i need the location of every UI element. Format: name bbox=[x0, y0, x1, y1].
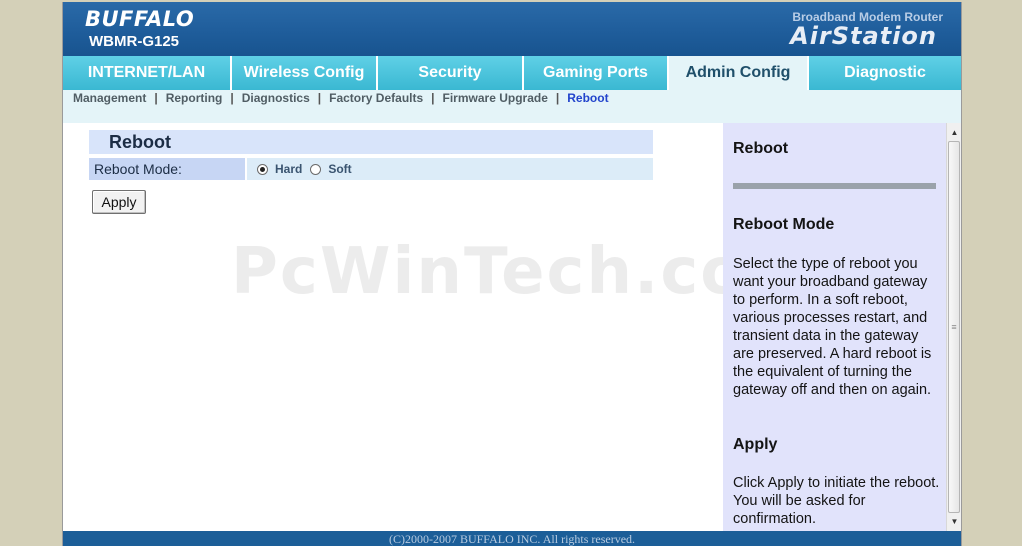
tab-gaming-ports[interactable]: Gaming Ports bbox=[524, 56, 669, 90]
help-panel: Reboot Reboot Mode Select the type of re… bbox=[723, 123, 946, 531]
help-title: Reboot bbox=[733, 140, 789, 157]
grip-icon: ≡ bbox=[951, 322, 957, 332]
help-heading-reboot-mode: Reboot Mode bbox=[733, 216, 835, 233]
footer-copyright: (C)2000-2007 BUFFALO INC. All rights res… bbox=[63, 531, 961, 546]
subnav-separator: | bbox=[555, 91, 560, 105]
hard-radio-label[interactable]: Hard bbox=[275, 162, 302, 176]
subnav-separator: | bbox=[431, 91, 435, 105]
subnav-separator: | bbox=[154, 91, 158, 105]
product-logo: AirStation bbox=[790, 22, 937, 50]
scroll-thumb[interactable]: ≡ bbox=[948, 141, 960, 513]
subnav-firmware-upgrade[interactable]: Firmware Upgrade bbox=[443, 91, 548, 105]
reboot-mode-row: Reboot Mode: Hard Soft bbox=[89, 158, 653, 180]
subnav-management[interactable]: Management bbox=[73, 91, 146, 105]
scroll-down-arrow-icon[interactable]: ▼ bbox=[947, 514, 962, 529]
subnav-separator: | bbox=[230, 91, 234, 105]
scroll-up-arrow-icon[interactable]: ▲ bbox=[947, 125, 962, 140]
tab-internet-lan[interactable]: INTERNET/LAN bbox=[63, 56, 232, 90]
apply-button[interactable]: Apply bbox=[92, 190, 146, 214]
sub-navigation: Management | Reporting | Diagnostics | F… bbox=[63, 90, 961, 123]
hard-radio[interactable] bbox=[257, 163, 268, 175]
main-tabs: INTERNET/LAN Wireless Config Security Ga… bbox=[63, 56, 961, 90]
radio-selected-dot bbox=[260, 166, 265, 172]
help-divider bbox=[733, 183, 936, 189]
tab-security[interactable]: Security bbox=[378, 56, 524, 90]
soft-radio-label[interactable]: Soft bbox=[328, 162, 351, 176]
tab-wireless-config[interactable]: Wireless Config bbox=[232, 56, 378, 90]
page-title: Reboot bbox=[89, 130, 653, 154]
help-heading-apply: Apply bbox=[733, 436, 778, 453]
main-content: Reboot Reboot Mode: Hard Soft Apply PcWi… bbox=[63, 123, 813, 531]
header-banner: BUFFALO WBMR-G125 Broadband Modem Router… bbox=[63, 2, 961, 56]
tab-diagnostic[interactable]: Diagnostic bbox=[809, 56, 961, 90]
subnav-diagnostics[interactable]: Diagnostics bbox=[242, 91, 310, 105]
reboot-mode-label: Reboot Mode: bbox=[89, 158, 245, 180]
subnav-reporting[interactable]: Reporting bbox=[166, 91, 223, 105]
reboot-mode-options: Hard Soft bbox=[247, 158, 653, 180]
tab-admin-config[interactable]: Admin Config bbox=[669, 56, 809, 90]
subnav-reboot[interactable]: Reboot bbox=[567, 91, 608, 105]
router-admin-page: BUFFALO WBMR-G125 Broadband Modem Router… bbox=[62, 2, 962, 546]
subnav-separator: | bbox=[317, 91, 322, 105]
brand-logo: BUFFALO bbox=[85, 7, 195, 31]
help-scrollbar[interactable]: ▲ ≡ ▼ bbox=[946, 123, 961, 531]
help-text-apply: Click Apply to initiate the reboot. You … bbox=[733, 475, 940, 527]
model-name: WBMR-G125 bbox=[89, 33, 180, 50]
help-text-reboot-mode: Select the type of reboot you want your … bbox=[733, 256, 932, 398]
soft-radio[interactable] bbox=[310, 163, 322, 175]
subnav-factory-defaults[interactable]: Factory Defaults bbox=[329, 91, 423, 105]
